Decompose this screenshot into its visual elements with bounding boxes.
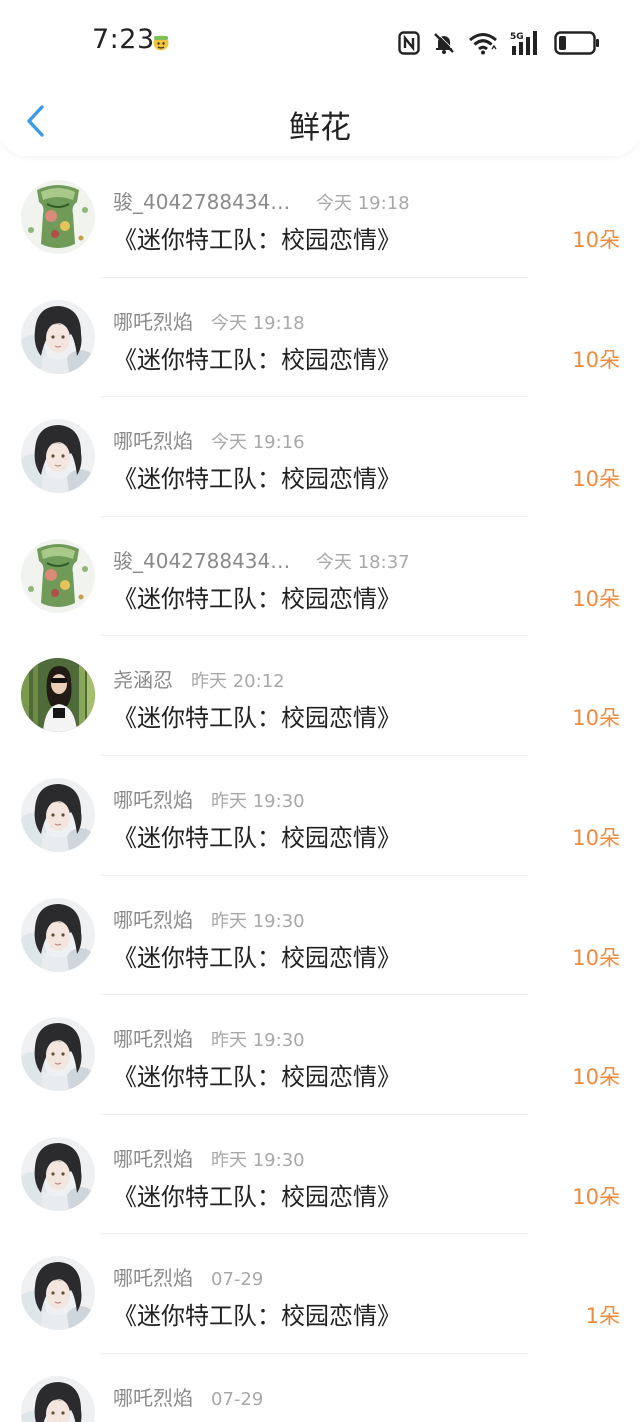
book-title: 《迷你特工队：校园恋情》 [113, 943, 401, 972]
book-title: 《迷你特工队：校园恋情》 [113, 823, 401, 852]
timestamp: 昨天 19:30 [211, 1030, 305, 1052]
timestamp: 今天 19:18 [211, 312, 305, 334]
list-item[interactable]: 哪吒烈焰 昨天 19:30 《迷你特工队：校园恋情》 10朵 [0, 756, 640, 876]
row-meta: 尧涵忍 昨天 20:12 [113, 664, 285, 693]
username[interactable]: 哪吒烈焰 [113, 1262, 193, 1291]
list-item[interactable]: 骏_40427884340... 今天 19:18 《迷你特工队：校园恋情》 10朵 [0, 158, 640, 278]
screen: 7:23 5G 鲜花 骏_40427884340... 今天 19:18 《迷你… [0, 0, 640, 1422]
flower-count: 10朵 [572, 586, 620, 611]
username[interactable]: 哪吒烈焰 [113, 1382, 193, 1411]
book-title: 《迷你特工队：校园恋情》 [113, 1063, 401, 1092]
flower-list: 骏_40427884340... 今天 19:18 《迷你特工队：校园恋情》 10朵 … [0, 158, 640, 1422]
avatar[interactable] [21, 538, 95, 613]
avatar[interactable] [21, 658, 95, 733]
row-meta: 哪吒烈焰 07-29 [113, 1262, 263, 1291]
list-item[interactable]: 骏_40427884340... 今天 18:37 《迷你特工队：校园恋情》 10朵 [0, 517, 640, 637]
timestamp: 昨天 19:30 [211, 910, 305, 932]
5g-signal-icon: 5G [510, 30, 542, 56]
flower-count: 10朵 [572, 1065, 620, 1090]
flower-count: 10朵 [572, 1184, 620, 1209]
svg-text:5G: 5G [510, 32, 524, 42]
flower-count: 10朵 [572, 945, 620, 970]
username[interactable]: 哪吒烈焰 [113, 425, 193, 454]
username[interactable]: 哪吒烈焰 [113, 306, 193, 335]
list-item[interactable]: 哪吒烈焰 07-29 《迷你特工队：校园恋情》 1朵 [0, 1234, 640, 1354]
list-item[interactable]: 尧涵忍 昨天 20:12 《迷你特工队：校园恋情》 10朵 [0, 636, 640, 756]
avatar[interactable] [21, 1375, 95, 1422]
timestamp: 今天 19:18 [316, 193, 410, 214]
timestamp: 昨天 19:30 [211, 1149, 305, 1171]
row-meta: 哪吒烈焰 07-29 [113, 1382, 263, 1411]
book-title: 《迷你特工队：校园恋情》 [113, 226, 401, 254]
book-title: 《迷你特工队：校园恋情》 [113, 1416, 401, 1422]
username[interactable]: 哪吒烈焰 [113, 904, 193, 933]
avatar[interactable] [21, 1136, 95, 1211]
username[interactable]: 骏_40427884340... [113, 545, 298, 574]
username[interactable]: 骏_40427884340... [113, 186, 298, 215]
avatar[interactable] [21, 180, 95, 254]
mute-bell-icon [432, 31, 456, 55]
flower-count: 10朵 [572, 347, 620, 372]
username[interactable]: 尧涵忍 [113, 664, 173, 693]
book-title: 《迷你特工队：校园恋情》 [113, 1182, 401, 1211]
nfc-icon [398, 31, 420, 55]
list-item[interactable]: 哪吒烈焰 今天 19:16 《迷你特工队：校园恋情》 10朵 [0, 397, 640, 517]
status-emoji-icon [150, 32, 172, 54]
row-meta: 哪吒烈焰 今天 19:16 [113, 425, 305, 454]
list-item[interactable]: 哪吒烈焰 昨天 19:30 《迷你特工队：校园恋情》 10朵 [0, 1115, 640, 1235]
status-time: 7:23 [92, 24, 155, 55]
page-title: 鲜花 [289, 110, 351, 146]
list-item[interactable]: 哪吒烈焰 07-29 《迷你特工队：校园恋情》 [0, 1354, 640, 1422]
list-item[interactable]: 哪吒烈焰 昨天 19:30 《迷你特工队：校园恋情》 10朵 [0, 995, 640, 1115]
avatar[interactable] [21, 1256, 95, 1331]
list-item[interactable]: 哪吒烈焰 昨天 19:30 《迷你特工队：校园恋情》 10朵 [0, 876, 640, 996]
timestamp: 07-29 [211, 1269, 264, 1291]
username[interactable]: 哪吒烈焰 [113, 1023, 193, 1052]
row-meta: 骏_40427884340... 今天 18:37 [113, 545, 410, 574]
book-title: 《迷你特工队：校园恋情》 [113, 704, 401, 733]
flower-count: 10朵 [572, 228, 620, 252]
avatar[interactable] [21, 419, 95, 494]
timestamp: 今天 18:37 [316, 551, 410, 573]
book-title: 《迷你特工队：校园恋情》 [113, 584, 401, 613]
battery-icon [554, 31, 600, 55]
avatar[interactable] [21, 777, 95, 852]
row-meta: 哪吒烈焰 昨天 19:30 [113, 904, 305, 933]
flower-count: 1朵 [585, 1304, 620, 1329]
row-meta: 哪吒烈焰 昨天 19:30 [113, 784, 305, 813]
wifi-icon [468, 31, 498, 55]
timestamp: 今天 19:16 [211, 432, 305, 454]
avatar[interactable] [21, 299, 95, 374]
username[interactable]: 哪吒烈焰 [113, 1143, 193, 1172]
row-meta: 哪吒烈焰 昨天 19:30 [113, 1143, 305, 1172]
list-item[interactable]: 哪吒烈焰 今天 19:18 《迷你特工队：校园恋情》 10朵 [0, 278, 640, 398]
flower-count: 10朵 [572, 825, 620, 850]
row-meta: 哪吒烈焰 今天 19:18 [113, 306, 305, 335]
avatar[interactable] [21, 897, 95, 972]
timestamp: 07-29 [211, 1388, 264, 1410]
flower-count: 10朵 [572, 706, 620, 731]
timestamp: 昨天 20:12 [191, 671, 285, 693]
book-title: 《迷你特工队：校园恋情》 [113, 465, 401, 494]
timestamp: 昨天 19:30 [211, 790, 305, 812]
book-title: 《迷你特工队：校园恋情》 [113, 345, 401, 374]
row-meta: 哪吒烈焰 昨天 19:30 [113, 1023, 305, 1052]
status-icons: 5G [398, 28, 600, 58]
row-meta: 骏_40427884340... 今天 19:18 [113, 186, 410, 215]
book-title: 《迷你特工队：校园恋情》 [113, 1302, 401, 1331]
header: 7:23 5G 鲜花 [0, 0, 640, 156]
avatar[interactable] [21, 1017, 95, 1092]
username[interactable]: 哪吒烈焰 [113, 784, 193, 813]
flower-count: 10朵 [572, 467, 620, 492]
status-bar: 7:23 5G [0, 0, 640, 86]
nav-bar: 鲜花 [0, 86, 640, 156]
